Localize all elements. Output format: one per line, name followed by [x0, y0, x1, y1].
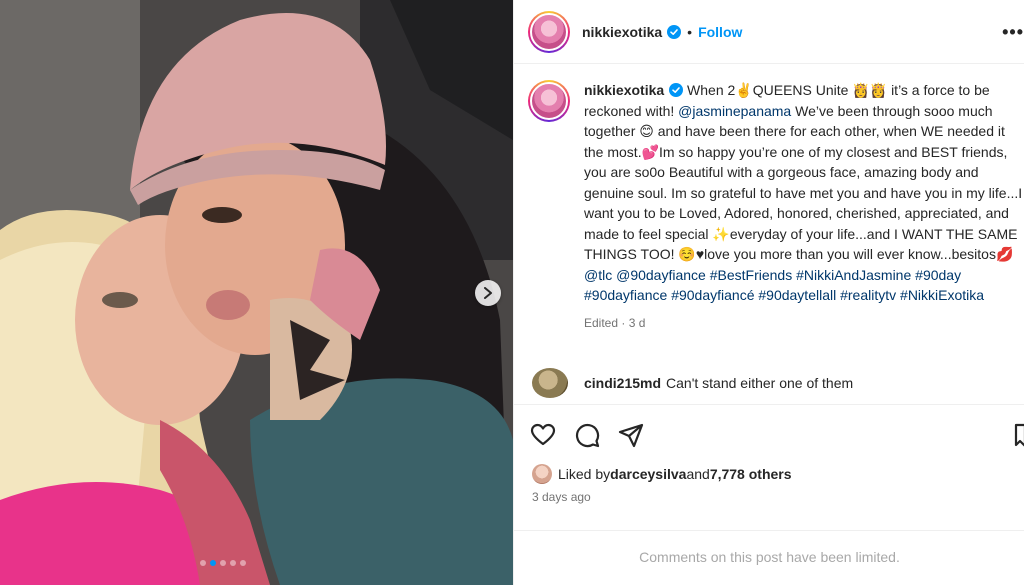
- mention-link[interactable]: @jasminepanama: [678, 103, 791, 119]
- hashtag-link[interactable]: #90dayfiance: [584, 287, 667, 303]
- share-icon[interactable]: [618, 422, 644, 448]
- commenter-avatar[interactable]: [532, 368, 568, 398]
- next-slide-button[interactable]: [475, 280, 501, 306]
- post-date[interactable]: 3 days ago: [532, 490, 591, 504]
- hashtag-link[interactable]: #BestFriends: [710, 267, 792, 283]
- likes-prefix: Liked by: [558, 466, 611, 482]
- hashtag-link[interactable]: #NikkiExotika: [900, 287, 984, 303]
- chevron-right-icon: [484, 287, 492, 299]
- heart-icon[interactable]: [530, 422, 556, 448]
- follow-button[interactable]: Follow: [698, 24, 742, 40]
- post-side-panel: nikkiexotika • Follow ••• nikkiexotika W…: [513, 0, 1024, 585]
- comment-row: cindi215md Can't stand either one of the…: [532, 368, 853, 398]
- carousel-dot: [230, 560, 236, 566]
- carousel-indicator: [200, 560, 246, 566]
- tag-link[interactable]: @tlc: [584, 267, 612, 283]
- action-bar: [514, 404, 1024, 464]
- caption-author-username[interactable]: nikkiexotika: [584, 82, 664, 98]
- hashtag-link[interactable]: #NikkiAndJasmine: [796, 267, 911, 283]
- caption: nikkiexotika When 2✌️QUEENS Unite 👸👸 it’…: [528, 80, 1024, 333]
- bookmark-icon[interactable]: [1014, 422, 1024, 448]
- liker-avatar: [532, 464, 552, 484]
- selfie-image: [0, 0, 513, 585]
- carousel-dot-active: [210, 560, 216, 566]
- carousel-dot: [220, 560, 226, 566]
- comments-limited-notice: Comments on this post have been limited.: [514, 530, 1024, 585]
- post-header: nikkiexotika • Follow •••: [514, 0, 1024, 64]
- likes-summary[interactable]: Liked by darceysilva and 7,778 others: [532, 464, 792, 484]
- caption-meta: Edited · 3 d: [584, 315, 646, 330]
- caption-author-avatar[interactable]: [528, 80, 570, 122]
- hashtag-link[interactable]: #90daytellall: [758, 287, 836, 303]
- verified-badge-icon: [667, 24, 682, 39]
- author-username[interactable]: nikkiexotika: [582, 24, 662, 40]
- likes-middle: and: [686, 466, 710, 482]
- tag-link[interactable]: @90dayfiance: [616, 267, 706, 283]
- more-options-icon[interactable]: •••: [1002, 22, 1024, 43]
- hashtag-link[interactable]: #realitytv: [840, 287, 896, 303]
- commenter-username[interactable]: cindi215md: [584, 375, 661, 391]
- author-avatar[interactable]: [528, 10, 570, 53]
- hashtag-link[interactable]: #90day: [915, 267, 961, 283]
- post-photo[interactable]: [0, 0, 513, 585]
- carousel-dot: [200, 560, 206, 566]
- comment-text: Can't stand either one of them: [666, 375, 854, 391]
- liker-username[interactable]: darceysilva: [610, 466, 686, 482]
- header-separator: •: [687, 23, 693, 40]
- carousel-dot: [240, 560, 246, 566]
- hashtag-link[interactable]: #90dayfiancé: [671, 287, 754, 303]
- likes-count[interactable]: 7,778 others: [710, 466, 792, 482]
- comment-icon[interactable]: [574, 422, 600, 448]
- caption-body-2: We’ve been through sooo much together 😊 …: [584, 102, 1023, 263]
- caption-text: nikkiexotika When 2✌️QUEENS Unite 👸👸 it’…: [584, 80, 1024, 333]
- verified-badge-icon: [669, 83, 684, 97]
